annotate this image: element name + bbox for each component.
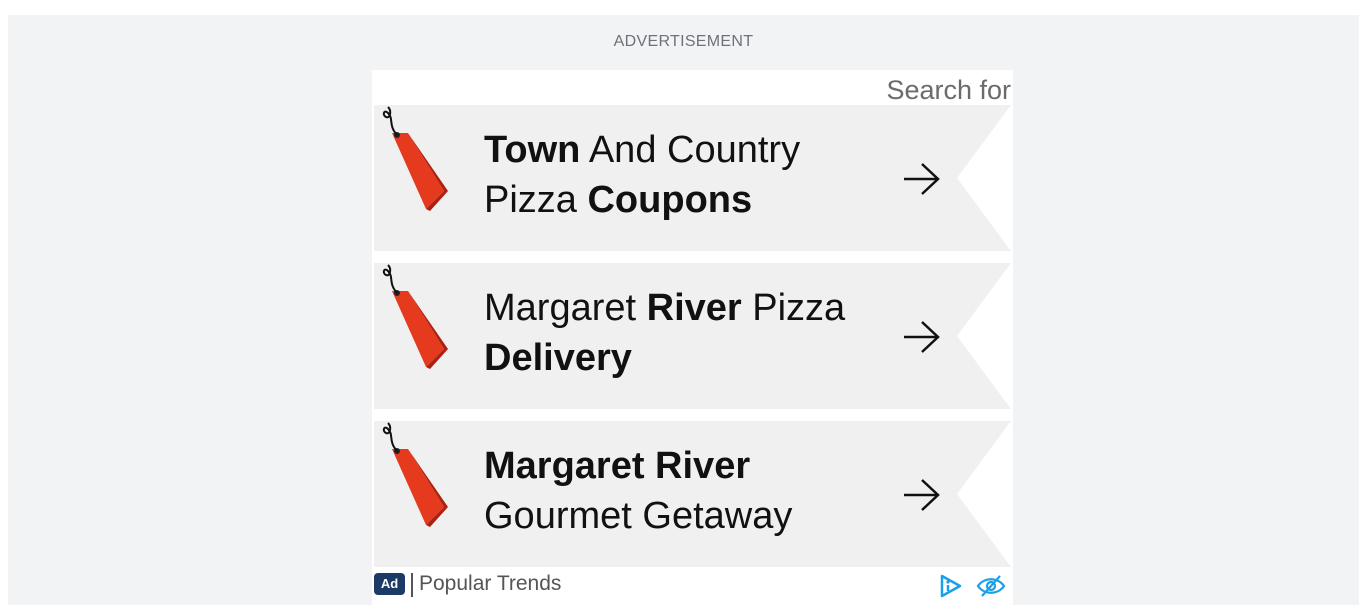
search-result-item[interactable]: Margaret River Gourmet Getaway: [374, 421, 1011, 567]
price-tag-icon: [382, 264, 448, 369]
search-term-label: Margaret River Gourmet Getaway: [484, 445, 793, 537]
advertisement-label: ADVERTISEMENT: [613, 33, 754, 50]
search-result-item[interactable]: Town And Country Pizza Coupons: [374, 105, 1011, 251]
ad-footer: Ad Popular Trends: [372, 570, 1013, 600]
price-tag-icon: [382, 106, 448, 211]
ad-container: ADVERTISEMENT Search for Town And Countr…: [8, 15, 1359, 605]
eye-slash-icon[interactable]: [976, 574, 1006, 598]
arrow-right-icon: [904, 163, 940, 195]
search-for-label: Search for: [886, 75, 1011, 105]
arrow-right-icon: [904, 321, 940, 353]
search-term-label: Margaret River Pizza Delivery: [484, 287, 846, 379]
arrow-right-icon: [904, 479, 940, 511]
ad-unit: Search for Town And Country Pizza Coupon…: [372, 70, 1013, 605]
search-result-item[interactable]: Margaret River Pizza Delivery: [374, 263, 1011, 409]
price-tag-icon: [382, 422, 448, 527]
search-term-label: Town And Country Pizza Coupons: [484, 129, 801, 221]
ad-badge[interactable]: Ad: [374, 573, 405, 595]
ad-source-label[interactable]: Popular Trends: [419, 572, 561, 596]
adchoices-icon[interactable]: [939, 574, 963, 598]
footer-divider: [411, 573, 413, 597]
